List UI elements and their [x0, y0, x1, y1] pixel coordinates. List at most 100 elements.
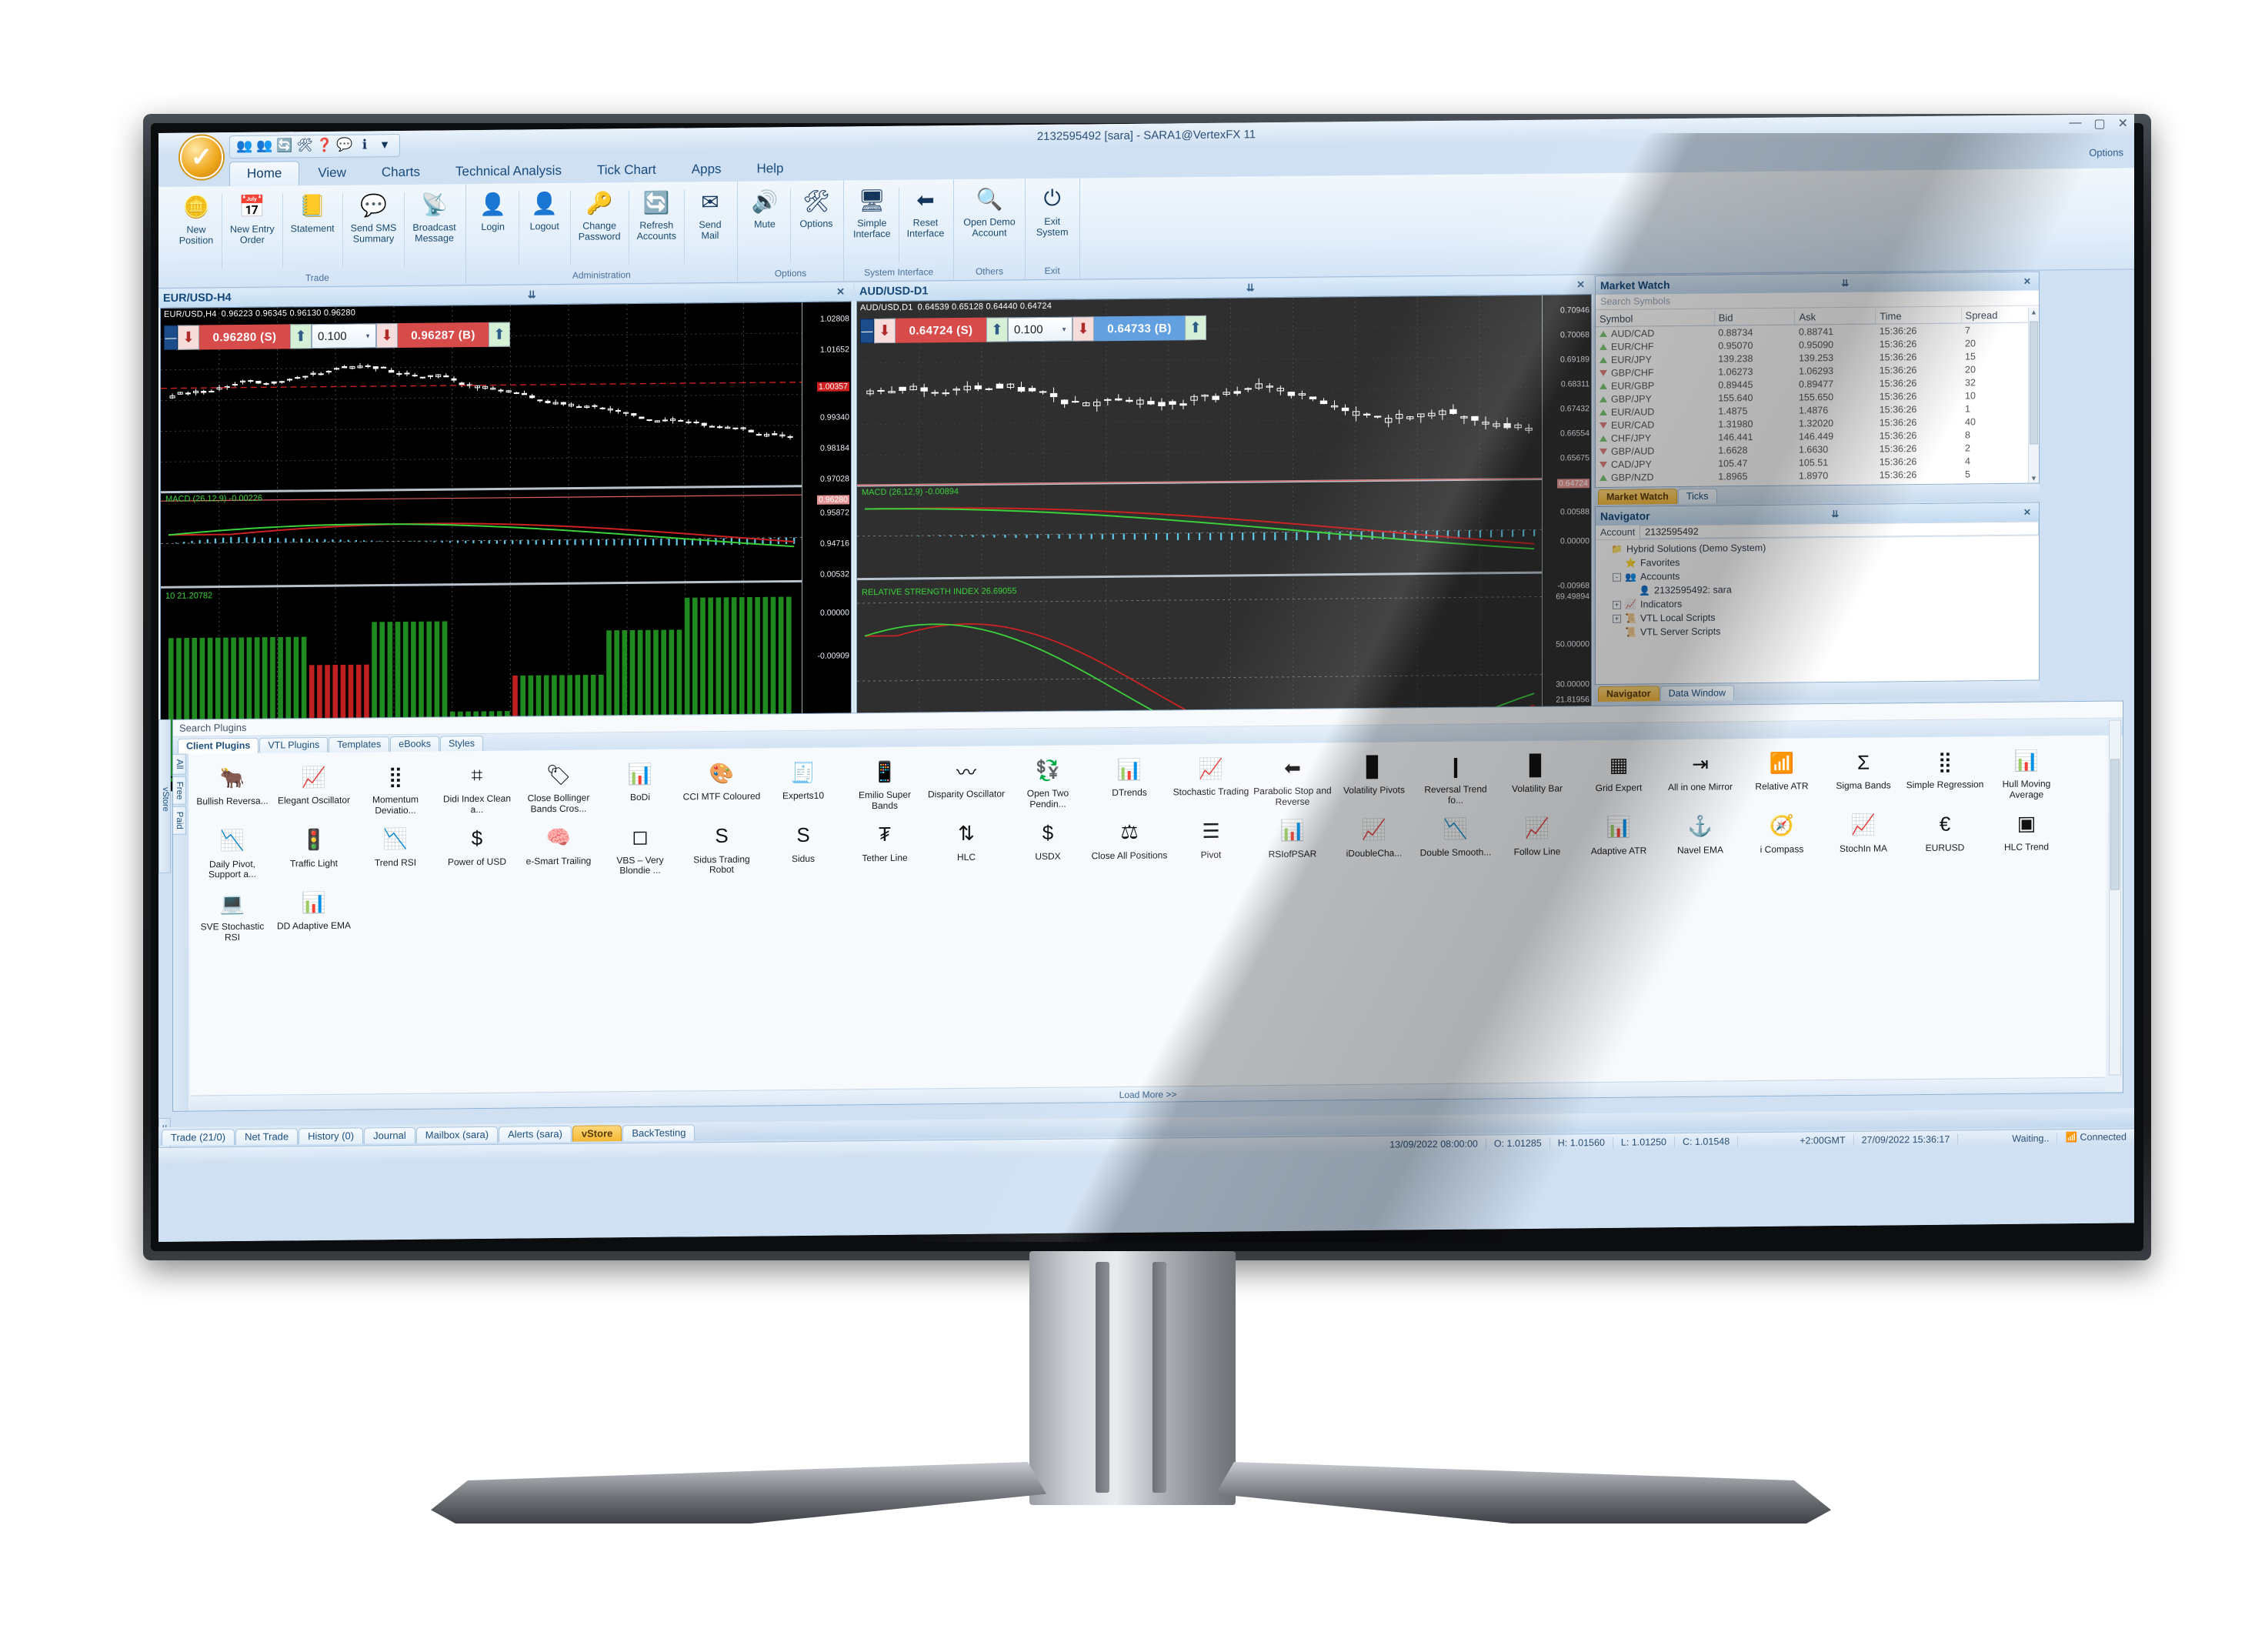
- ribbon-button-logout[interactable]: 👤 Logout: [522, 188, 567, 232]
- ribbon-tab-charts[interactable]: Charts: [365, 161, 437, 185]
- sell-up-arrow-icon[interactable]: ⬆: [290, 324, 312, 349]
- market-watch-scrollbar[interactable]: ▲ ▼: [2028, 307, 2039, 483]
- buy-price-button[interactable]: 0.64733 (B): [1094, 315, 1185, 342]
- info-icon[interactable]: ℹ: [356, 137, 373, 154]
- plugin-item[interactable]: 🎨 CCI MTF Coloured: [681, 753, 762, 816]
- collapse-button[interactable]: —: [164, 325, 178, 350]
- plugin-item[interactable]: 〰 Disparity Oscillator: [926, 750, 1007, 814]
- ribbon-button-reset-interface[interactable]: ⬅ Reset Interface: [902, 184, 949, 239]
- plugin-item[interactable]: S Sidus: [762, 815, 844, 879]
- ribbon-button-open-demo-account[interactable]: 🔍 Open Demo Account: [959, 183, 1019, 239]
- quick-access-toolbar[interactable]: 👥 👥 🔄 🛠 ❓ 💬 ℹ ▾: [229, 133, 400, 159]
- expand-icon[interactable]: +: [1613, 600, 1621, 609]
- expand-icon[interactable]: +: [1613, 614, 1621, 623]
- sell-up-arrow-icon[interactable]: ⬆: [986, 317, 1008, 342]
- vstore-filter-paid[interactable]: Paid: [173, 806, 186, 836]
- ribbon-button-new-position[interactable]: 🪙 New Position: [174, 191, 218, 246]
- buy-down-arrow-icon[interactable]: ⬇: [1072, 316, 1094, 342]
- vstore-scrollbar[interactable]: [2109, 719, 2121, 1076]
- plugin-item[interactable]: 📈 Follow Line: [1496, 808, 1578, 872]
- plugin-item[interactable]: ◻ VBS – Very Blondie ...: [599, 816, 681, 880]
- bottom-tab-journal[interactable]: Journal: [364, 1126, 415, 1144]
- close-icon[interactable]: ✕: [2118, 115, 2128, 131]
- users-remove-icon[interactable]: 👥: [256, 139, 273, 155]
- bottom-tab-vstore[interactable]: vStore: [572, 1125, 622, 1142]
- buy-up-arrow-icon[interactable]: ⬆: [1185, 315, 1206, 341]
- column-header-spread[interactable]: Spread: [1961, 307, 2039, 324]
- plugin-item[interactable]: € EURUSD: [1904, 804, 1986, 868]
- vstore-filter-all[interactable]: All: [173, 753, 186, 775]
- plugin-item[interactable]: 📊 Adaptive ATR: [1578, 807, 1660, 871]
- plugin-item[interactable]: 📶 Relative ATR: [1741, 743, 1823, 806]
- bottom-tab-trade-21-0[interactable]: Trade (21/0): [162, 1129, 235, 1146]
- tab-market-watch[interactable]: Market Watch: [1598, 489, 1677, 506]
- ribbon-tab-technical-analysis[interactable]: Technical Analysis: [439, 159, 579, 185]
- plugin-item[interactable]: ⌗ Didi Index Clean a...: [436, 756, 518, 819]
- plugin-item[interactable]: ₮ Tether Line: [844, 814, 926, 878]
- plugin-item[interactable]: 📊 RSIofPSAR: [1252, 810, 1333, 874]
- ribbon-button-exit-system[interactable]: ⏻ Exit System: [1030, 183, 1075, 239]
- users-add-icon[interactable]: 👥: [236, 139, 253, 155]
- ribbon-tab-home[interactable]: Home: [229, 161, 300, 187]
- vstore-tab-ebooks[interactable]: eBooks: [390, 736, 439, 753]
- bottom-tab-history-0[interactable]: History (0): [299, 1127, 364, 1145]
- ribbon-tab-tick-chart[interactable]: Tick Chart: [580, 159, 673, 183]
- plugin-item[interactable]: ▣ HLC Trend: [1986, 803, 2067, 867]
- sell-down-arrow-icon[interactable]: ⬇: [874, 318, 896, 344]
- vstore-tab-templates[interactable]: Templates: [329, 736, 390, 753]
- refresh-icon[interactable]: 🔄: [276, 138, 293, 155]
- vstore-side-handle[interactable]: vStore: [158, 719, 171, 873]
- plugin-item[interactable]: 📊 DD Adaptive EMA: [273, 883, 355, 946]
- ribbon-tab-view[interactable]: View: [301, 161, 363, 185]
- vstore-filter-free[interactable]: Free: [173, 776, 186, 806]
- scrollbar-thumb[interactable]: [2030, 321, 2038, 445]
- ribbon-button-statement[interactable]: 📒 Statement: [286, 190, 339, 235]
- plugin-item[interactable]: ▊ Volatility Pivots: [1333, 746, 1415, 810]
- plugin-item[interactable]: 📊 Hull Moving Average: [1986, 740, 2067, 804]
- plugin-item[interactable]: S Sidus Trading Robot: [681, 816, 762, 879]
- vstore-filters[interactable]: All Free Paid: [173, 753, 188, 1111]
- plugin-item[interactable]: ⇥ All in one Mirror: [1660, 743, 1741, 807]
- plugin-item[interactable]: 📱 Emilio Super Bands: [844, 751, 926, 815]
- ribbon-tab-apps[interactable]: Apps: [675, 158, 739, 182]
- ribbon-button-simple-interface[interactable]: 🖥 Simple Interface: [849, 185, 896, 240]
- ribbon-button-send-sms-summary[interactable]: 💬 Send SMS Summary: [346, 189, 402, 245]
- maximize-icon[interactable]: ▢: [2093, 116, 2105, 132]
- vstore-tab-styles[interactable]: Styles: [439, 735, 484, 752]
- plugin-item[interactable]: 💻 SVE Stochastic RSI: [192, 883, 273, 947]
- navigator-tree[interactable]: 📁 Hybrid Solutions (Demo System) ⭐ Favorite…: [1596, 536, 2039, 640]
- ribbon-options-link[interactable]: Options: [2089, 146, 2123, 158]
- ribbon-button-refresh-accounts[interactable]: 🔄 Refresh Accounts: [632, 186, 681, 242]
- plugin-item[interactable]: ❙ Reversal Trend fo...: [1415, 746, 1496, 809]
- app-logo-icon[interactable]: ✓: [180, 135, 223, 179]
- plugin-item[interactable]: 🧠 e-Smart Trailing: [518, 817, 599, 881]
- plugin-item[interactable]: ⣿ Simple Regression: [1904, 741, 1986, 805]
- close-icon[interactable]: ✕: [832, 285, 849, 298]
- tools-icon[interactable]: 🛠: [296, 138, 313, 155]
- scrollbar-thumb[interactable]: [2110, 759, 2120, 890]
- minimize-icon[interactable]: —: [2069, 116, 2081, 132]
- scroll-up-icon[interactable]: ▲: [2029, 309, 2039, 316]
- ribbon-button-login[interactable]: 👤 Login: [471, 189, 515, 233]
- buy-price-button[interactable]: 0.96287 (B): [398, 322, 489, 349]
- pin-icon[interactable]: ⇊: [1838, 278, 1852, 289]
- plugin-item[interactable]: ⚖ Close All Positions: [1089, 812, 1170, 876]
- market-watch-panel[interactable]: Market Watch ⇊ ✕ Search Symbols Symbol Bi…: [1595, 271, 2040, 489]
- trade-strip-audusd[interactable]: — ⬇ 0.64724 (S) ⬆ 0.100 ▼ ⬇ 0.64733 (B) …: [860, 315, 1206, 344]
- pin-icon[interactable]: ⇊: [1243, 282, 1259, 294]
- collapse-button[interactable]: —: [860, 319, 874, 344]
- plugin-item[interactable]: ⣿ Momentum Deviatio...: [355, 756, 436, 820]
- close-icon[interactable]: ✕: [1573, 279, 1589, 291]
- plugin-item[interactable]: 📉 Daily Pivot, Support a...: [192, 820, 273, 884]
- ribbon-button-change-password[interactable]: 🔑 Change Password: [574, 187, 625, 242]
- plugin-item[interactable]: 🧾 Experts10: [762, 752, 844, 816]
- close-icon[interactable]: ✕: [2020, 507, 2034, 518]
- scroll-down-icon[interactable]: ▼: [2029, 475, 2039, 482]
- plugin-item[interactable]: 📊 BoDi: [599, 753, 681, 817]
- column-header-symbol[interactable]: Symbol: [1596, 310, 1715, 327]
- chat-icon[interactable]: 💬: [336, 138, 353, 155]
- volume-input[interactable]: 0.100 ▼: [1008, 316, 1072, 342]
- bottom-tab-backtesting[interactable]: BackTesting: [622, 1124, 696, 1142]
- plugin-item[interactable]: 🧭 i Compass: [1741, 806, 1823, 869]
- buy-down-arrow-icon[interactable]: ⬇: [376, 323, 398, 349]
